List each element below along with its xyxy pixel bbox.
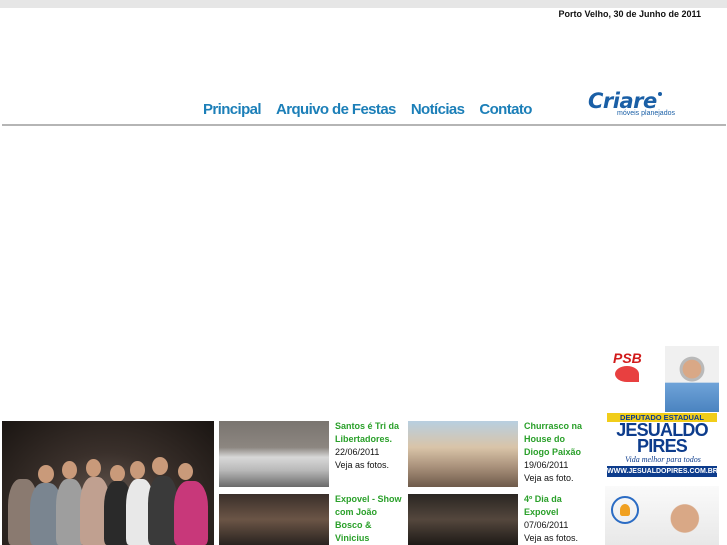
ad-motto: Vida melhor para todos xyxy=(625,455,701,464)
person-face xyxy=(86,459,101,477)
news-item-expovel-show: Expovel - Show com João Bosco & Vinicius xyxy=(335,493,403,545)
candidate-photo xyxy=(665,346,719,412)
featured-photo[interactable] xyxy=(2,421,214,545)
nav-principal[interactable]: Principal xyxy=(203,101,262,118)
second-banner-ad[interactable] xyxy=(605,486,719,545)
nav-noticias[interactable]: Notícias xyxy=(411,101,465,118)
dove-icon xyxy=(615,366,639,382)
criare-ad[interactable]: Criare móveis planejados xyxy=(588,90,688,117)
main-nav: Principal Arquivo de Festas Notícias Con… xyxy=(203,101,532,118)
person-face xyxy=(38,465,54,483)
ad-site: WWW.JESUALDOPIRES.COM.BR xyxy=(607,466,718,477)
header-divider xyxy=(2,124,726,126)
person-face xyxy=(152,457,168,475)
news-title[interactable]: Churrasco na House do Diogo Paixão xyxy=(524,420,592,459)
news-date: 19/06/2011 xyxy=(524,460,569,470)
news-item-churrasco: Churrasco na House do Diogo Paixão 19/06… xyxy=(524,420,592,485)
news-link[interactable]: Veja as fotos. xyxy=(524,532,592,545)
news-thumbnail-santos[interactable] xyxy=(219,421,329,487)
news-title[interactable]: Expovel - Show com João Bosco & Vinicius xyxy=(335,493,403,545)
jesualdo-pires-ad[interactable]: PSB DEPUTADO ESTADUAL JESUALDO PIRES Vid… xyxy=(605,346,719,478)
header-date: Porto Velho, 30 de Junho de 2011 xyxy=(558,9,701,19)
criare-logo: Criare xyxy=(588,90,688,112)
ad-candidate-name: JESUALDO PIRES xyxy=(616,420,708,456)
top-bar xyxy=(0,0,727,8)
news-link[interactable]: Veja as foto. xyxy=(524,472,592,485)
news-thumbnail-expovel-show[interactable] xyxy=(219,494,329,545)
person-figure xyxy=(174,481,208,545)
news-title[interactable]: 4º Dia da Expovel xyxy=(524,493,592,519)
nav-arquivo-de-festas[interactable]: Arquivo de Festas xyxy=(276,101,396,118)
news-item-santos: Santos é Tri da Libertadores. 22/06/2011… xyxy=(335,420,403,472)
person-face xyxy=(110,465,125,482)
news-title[interactable]: Santos é Tri da Libertadores. xyxy=(335,420,403,446)
nav-contato[interactable]: Contato xyxy=(479,101,532,118)
person-face xyxy=(130,461,145,479)
person-face xyxy=(178,463,193,480)
news-item-expovel-dia4: 4º Dia da Expovel 07/06/2011 Veja as fot… xyxy=(524,493,592,545)
criare-tagline: móveis planejados xyxy=(617,110,675,117)
news-date: 22/06/2011 xyxy=(335,447,380,457)
party-logo-icon xyxy=(611,496,639,524)
news-link[interactable]: Veja as fotos. xyxy=(335,459,403,472)
news-date: 07/06/2011 xyxy=(524,520,569,530)
psb-logo: PSB xyxy=(613,350,642,366)
news-thumbnail-expovel-dia4[interactable] xyxy=(408,494,518,545)
person-face xyxy=(62,461,77,479)
news-thumbnail-churrasco[interactable] xyxy=(408,421,518,487)
